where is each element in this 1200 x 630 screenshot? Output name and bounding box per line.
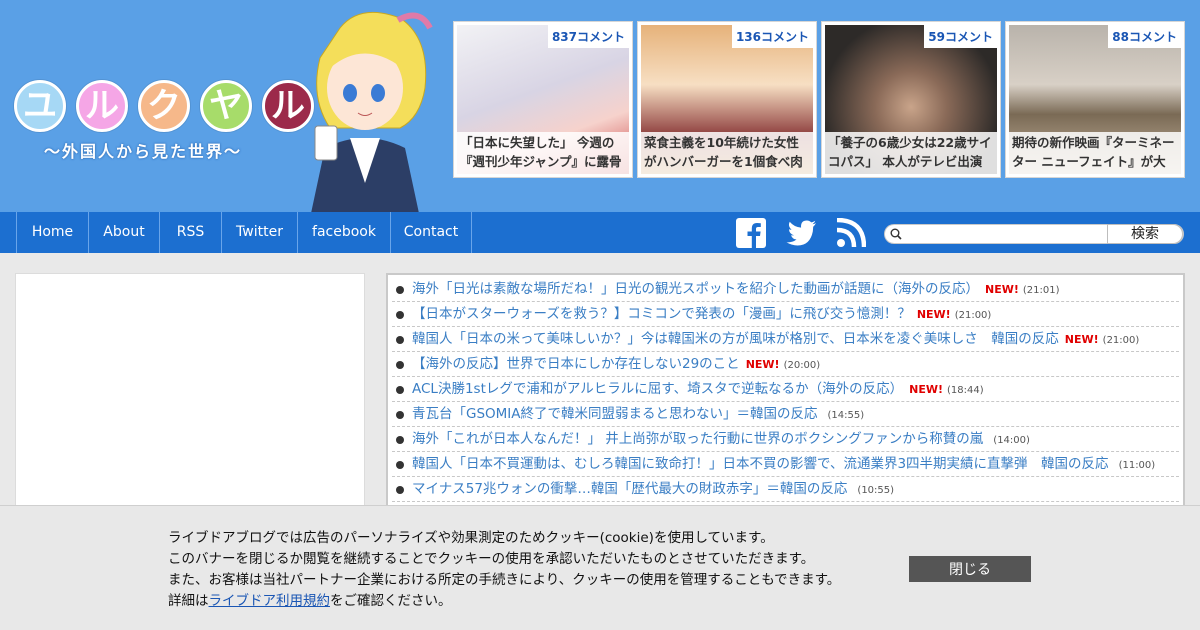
bullet-icon [396,411,404,419]
feed-link[interactable]: 韓国人「日本の米って美味しいか？」今は韓国米の方が風味が格別で、日本米を凌ぐ美味… [412,331,1059,347]
logo-char-1: ユ [14,80,66,132]
feed-item: 海外「これが日本人なんだ！」 井上尚弥が取った行動に世界のボクシングファンから称… [392,427,1179,452]
nav-about[interactable]: About [88,212,159,253]
cookie-line-suffix: をご確認ください。 [330,593,452,609]
feed-link[interactable]: 海外「日光は素敵な場所だね！」日光の観光スポットを紹介した動画が話題に（海外の反… [412,281,979,297]
search-input[interactable] [907,226,1107,242]
feed-item: 韓国人「日本不買運動は、むしろ韓国に致命打！」日本不買の影響で、流通業界3四半期… [392,452,1179,477]
thumbnail-caption[interactable]: 「日本に失望した」 今週の『週刊少年ジャンプ』に露骨 [457,132,629,174]
feed-link[interactable]: 青瓦台「GSOMIA終了で韓米同盟弱まると思わない」＝韓国の反応 [412,406,818,422]
bullet-icon [396,386,404,394]
logo-subtitle: 〜外国人から見た世界〜 [44,142,243,161]
feed-item: 韓国人「日本の米って美味しいか？」今は韓国米の方が風味が格別で、日本米を凌ぐ美味… [392,327,1179,352]
new-badge: NEW! [909,383,944,396]
bullet-icon [396,461,404,469]
thumbnail-caption[interactable]: 菜食主義を10年続けた女性がハンバーガーを1個食べ肉の [641,132,813,174]
cookie-line: また、お客様は当社パートナー企業における所定の手続きにより、クッキーの使用を管理… [168,572,841,588]
cookie-message: ライブドアブログでは広告のパーソナライズや効果測定のためクッキー(cookie)… [168,528,840,612]
comment-count[interactable]: 59コメント [924,25,997,48]
feed-link[interactable]: 【日本がスターウォーズを救う？】コミコンで発表の「漫画」に飛び交う憶測！？ [412,306,911,322]
cookie-line: ライブドアブログでは広告のパーソナライズや効果測定のためクッキー(cookie)… [168,530,774,546]
cookie-line: 詳細はライブドア利用規約をご確認ください。 [168,591,840,612]
feed-link[interactable]: マイナス57兆ウォンの衝撃…韓国「歴代最大の財政赤字」＝韓国の反応 [412,481,847,497]
nav-facebook[interactable]: facebook [297,212,390,253]
new-badge: NEW! [985,283,1019,296]
feed-item: 【海外の反応】世界で日本にしか存在しない29のこと NEW! (20:00) [392,352,1179,377]
logo-char-4: ヤ [200,80,252,132]
thumbnail-card[interactable]: 59コメント 「養子の6歳少女は22歳サイコパス」 本人がテレビ出演 [821,21,1001,178]
feed-time: (21:01) [1022,285,1060,296]
thumbnail-card[interactable]: 136コメント 菜食主義を10年続けた女性がハンバーガーを1個食べ肉の [637,21,817,178]
thumbnail-card[interactable]: 837コメント 「日本に失望した」 今週の『週刊少年ジャンプ』に露骨 [453,21,633,178]
cookie-line: このバナーを閉じるか閲覧を継続することでクッキーの使用を承認いただいたものとさせ… [168,551,815,567]
thumbnail-card[interactable]: 88コメント 期待の新作映画『ターミネーター ニューフェイト』が大 [1005,21,1185,178]
cookie-line-prefix: 詳細は [168,593,209,609]
thumbnail-image: 837コメント 「日本に失望した」 今週の『週刊少年ジャンプ』に露骨 [457,25,629,174]
nav-twitter[interactable]: Twitter [221,212,297,253]
site-logo[interactable]: ユ ル ク ヤ ル 〜外国人から見た世界〜 [14,80,324,161]
side-panel [15,273,365,523]
logo-char-2: ル [76,80,128,132]
feed-item: 海外「日光は素敵な場所だね！」日光の観光スポットを紹介した動画が話題に（海外の反… [392,277,1179,302]
feed-time: (11:00) [1118,460,1156,471]
feed-time: (10:55) [857,485,895,496]
search-box: 検索 [884,224,1184,244]
feed-link[interactable]: 韓国人「日本不買運動は、むしろ韓国に致命打！」日本不買の影響で、流通業界3四半期… [412,456,1109,472]
twitter-icon[interactable] [785,218,817,248]
feed-time: (14:00) [993,435,1030,446]
thumbnail-image: 88コメント 期待の新作映画『ターミネーター ニューフェイト』が大 [1009,25,1181,174]
nav-home[interactable]: Home [16,212,88,253]
feed-link[interactable]: 【海外の反応】世界で日本にしか存在しない29のこと [412,356,740,372]
new-badge: NEW! [745,358,780,371]
bullet-icon [396,486,404,494]
feed-item: マイナス57兆ウォンの衝撃…韓国「歴代最大の財政赤字」＝韓国の反応 (10:55) [392,477,1179,502]
site-header: ユ ル ク ヤ ル 〜外国人から見た世界〜 837コメント 「日本に失望した」 … [0,0,1200,212]
search-button[interactable]: 検索 [1107,224,1183,244]
comment-count[interactable]: 837コメント [547,25,629,48]
cookie-banner: ライブドアブログでは広告のパーソナライズや効果測定のためクッキー(cookie)… [0,505,1200,630]
bullet-icon [396,361,404,369]
comment-count[interactable]: 88コメント [1108,25,1181,48]
feed-link[interactable]: 海外「これが日本人なんだ！」 井上尚弥が取った行動に世界のボクシングファンから称… [412,431,983,447]
mascot-illustration [311,11,433,212]
thumbnail-image: 136コメント 菜食主義を10年続けた女性がハンバーガーを1個食べ肉の [641,25,813,174]
feed-item: 青瓦台「GSOMIA終了で韓米同盟弱まると思わない」＝韓国の反応 (14:55) [392,402,1179,427]
feed-time: (21:00) [954,310,992,321]
bullet-icon [396,311,404,319]
bullet-icon [396,336,404,344]
comment-count[interactable]: 136コメント [731,25,813,48]
feed-time: (20:00) [783,360,821,371]
new-badge: NEW! [1064,333,1099,346]
thumbnail-caption[interactable]: 期待の新作映画『ターミネーター ニューフェイト』が大 [1009,132,1181,174]
logo-char-3: ク [138,80,190,132]
rss-icon[interactable] [836,218,866,248]
search-icon [890,228,902,240]
new-badge: NEW! [916,308,951,321]
thumbnail-caption[interactable]: 「養子の6歳少女は22歳サイコパス」 本人がテレビ出演 [825,132,997,174]
feed-time: (18:44) [947,385,984,396]
close-button[interactable]: 閉じる [909,556,1031,582]
feed-item: 【日本がスターウォーズを救う？】コミコンで発表の「漫画」に飛び交う憶測！？ NEW… [392,302,1179,327]
nav-contact[interactable]: Contact [390,212,472,253]
terms-link[interactable]: ライブドア利用規約 [209,593,331,609]
bullet-icon [396,286,404,294]
nav-rss[interactable]: RSS [159,212,221,253]
feed-time: (21:00) [1102,335,1140,346]
facebook-icon[interactable] [736,218,766,248]
article-feed: 海外「日光は素敵な場所だね！」日光の観光スポットを紹介した動画が話題に（海外の反… [386,273,1185,523]
feed-item: ACL決勝1stレグで浦和がアルヒラルに屈す、埼スタで逆転なるか（海外の反応） N… [392,377,1179,402]
feed-time: (14:55) [827,410,865,421]
bullet-icon [396,436,404,444]
feed-link[interactable]: ACL決勝1stレグで浦和がアルヒラルに屈す、埼スタで逆転なるか（海外の反応） [412,381,903,397]
thumbnail-image: 59コメント 「養子の6歳少女は22歳サイコパス」 本人がテレビ出演 [825,25,997,174]
